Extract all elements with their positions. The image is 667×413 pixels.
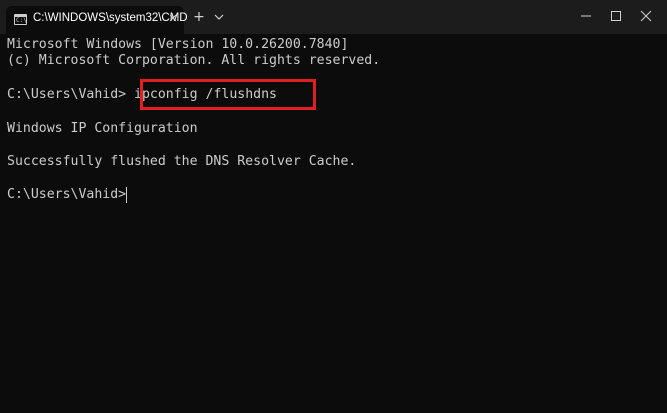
close-window-button[interactable] bbox=[626, 0, 666, 32]
close-tab-icon[interactable]: ✕ bbox=[166, 11, 180, 27]
text-cursor bbox=[126, 187, 128, 203]
command-highlight-box bbox=[140, 79, 316, 110]
final-prompt: C:\Users\Vahid> bbox=[7, 187, 127, 202]
cmd-icon: C:\ bbox=[14, 14, 27, 25]
chevron-down-icon[interactable] bbox=[213, 10, 225, 24]
close-icon bbox=[640, 10, 652, 22]
new-tab-button[interactable]: + bbox=[192, 8, 206, 26]
cmd-window: C:\ C:\WINDOWS\system32\CMD ✕ + Microsof… bbox=[0, 0, 667, 413]
minimize-icon bbox=[581, 15, 591, 17]
output-heading: Windows IP Configuration bbox=[7, 121, 198, 136]
version-line: Microsoft Windows [Version 10.0.26200.78… bbox=[7, 37, 349, 52]
terminal-output[interactable]: Microsoft Windows [Version 10.0.26200.78… bbox=[0, 34, 667, 413]
tab-cmd[interactable]: C:\ C:\WINDOWS\system32\CMD ✕ bbox=[6, 6, 188, 34]
maximize-icon bbox=[611, 11, 621, 21]
current-prompt-line[interactable]: C:\Users\Vahid> bbox=[7, 187, 128, 203]
prompt: C:\Users\Vahid> bbox=[7, 87, 127, 102]
cmd-icon-glyph: C:\ bbox=[16, 17, 27, 24]
tab-title: C:\WINDOWS\system32\CMD bbox=[33, 12, 188, 24]
title-bar: C:\ C:\WINDOWS\system32\CMD ✕ + bbox=[0, 0, 667, 34]
copyright-line: (c) Microsoft Corporation. All rights re… bbox=[7, 53, 381, 68]
output-result: Successfully flushed the DNS Resolver Ca… bbox=[7, 154, 357, 169]
